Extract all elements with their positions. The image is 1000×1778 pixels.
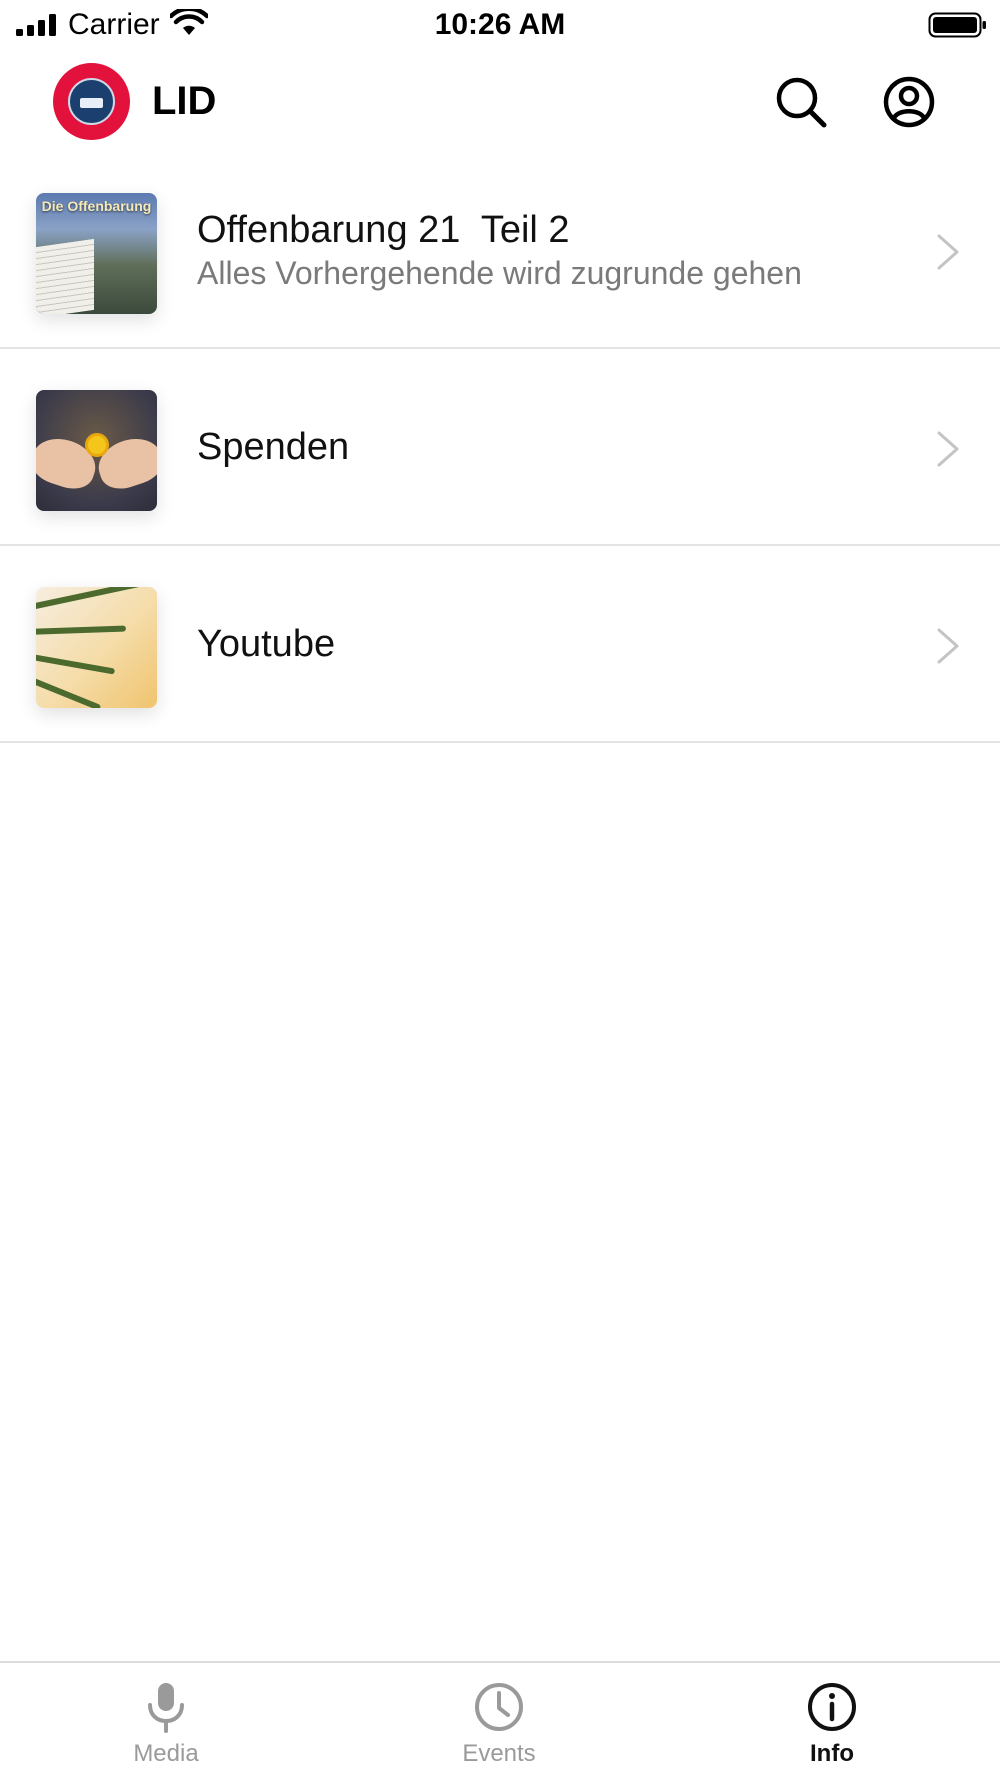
item-text: Youtube: [197, 546, 917, 741]
clock-icon: [475, 1683, 523, 1731]
search-icon: [776, 77, 827, 128]
tab-label: Info: [810, 1740, 854, 1767]
tab-bar: Media Events Info: [0, 1661, 1000, 1778]
flower-graphic: [88, 436, 106, 454]
chevron-right-icon: [937, 234, 959, 270]
offenbarung-thumbnail: Die Offenbarung: [36, 193, 157, 314]
tab-label: Media: [133, 1740, 199, 1767]
info-icon: [808, 1683, 856, 1731]
profile-icon: [883, 76, 935, 128]
profile-button[interactable]: [880, 73, 938, 131]
item-subtitle: Alles Vorhergehende wird zugrunde gehen: [197, 254, 802, 291]
list-item-offenbarung[interactable]: Die Offenbarung Offenbarung 21 Teil 2 Al…: [0, 152, 1000, 349]
search-button[interactable]: [772, 73, 830, 131]
tab-events[interactable]: Events: [399, 1663, 599, 1778]
app-title: LID: [152, 79, 217, 123]
book-graphic: [36, 238, 94, 314]
item-title: Youtube: [197, 622, 336, 665]
item-title: Spenden: [197, 425, 350, 468]
spenden-thumbnail: [36, 390, 157, 511]
list-item-spenden[interactable]: Spenden: [0, 349, 1000, 546]
youtube-thumbnail: [36, 587, 157, 708]
item-text: Spenden: [197, 349, 917, 544]
item-text: Offenbarung 21 Teil 2 Alles Vorhergehend…: [197, 152, 917, 347]
tab-media[interactable]: Media: [66, 1663, 266, 1778]
content-list: Die Offenbarung Offenbarung 21 Teil 2 Al…: [0, 152, 1000, 743]
palm-leaf-graphic: [36, 625, 127, 635]
chevron-right-icon: [937, 431, 959, 467]
tab-info[interactable]: Info: [732, 1663, 932, 1778]
tab-label: Events: [462, 1740, 536, 1767]
battery-icon: [928, 12, 986, 38]
logo-emblem: [68, 78, 115, 125]
status-time: 10:26 AM: [434, 8, 566, 41]
palm-leaf-graphic: [36, 675, 102, 708]
item-title: Offenbarung 21 Teil 2: [197, 208, 570, 251]
app-header: LID: [0, 52, 1000, 152]
chevron-right-icon: [937, 628, 959, 664]
palm-leaf-graphic: [36, 653, 116, 675]
thumbnail-caption: Die Offenbarung: [41, 198, 152, 214]
app-logo: [53, 63, 130, 140]
status-bar: Carrier 10:26 AM: [0, 0, 1000, 52]
palm-leaf-graphic: [36, 587, 145, 611]
list-item-youtube[interactable]: Youtube: [0, 546, 1000, 743]
microphone-icon: [148, 1683, 184, 1733]
